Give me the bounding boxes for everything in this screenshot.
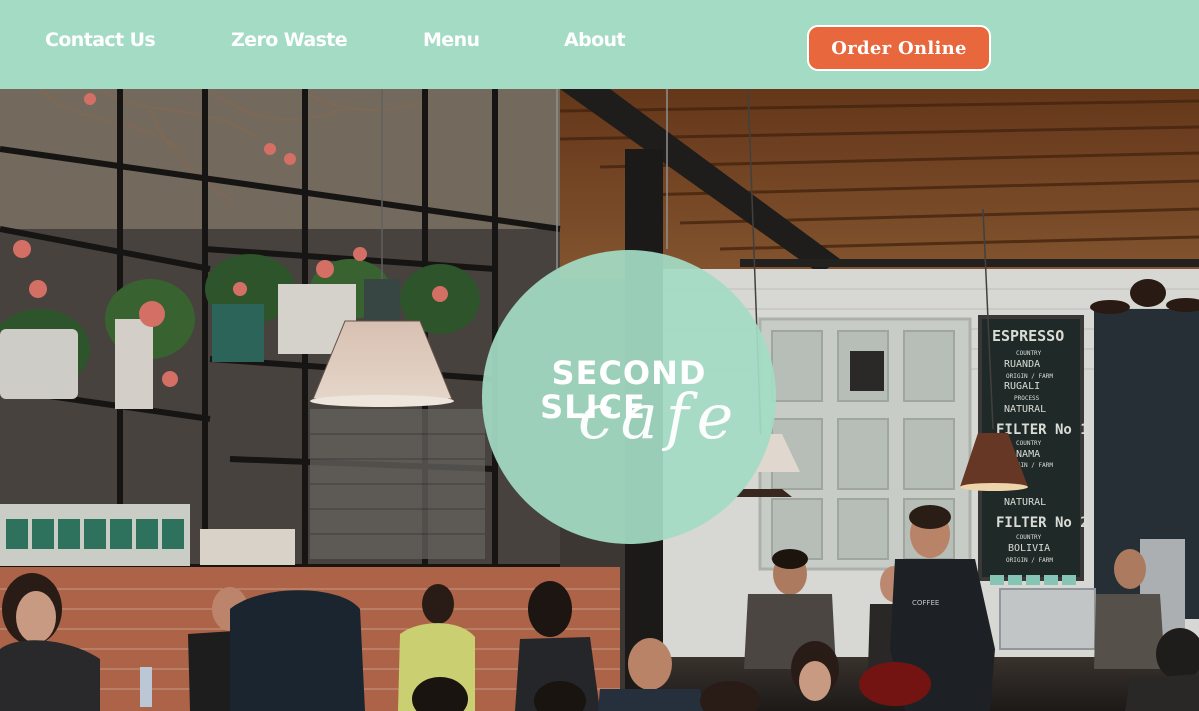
nav-link-menu[interactable]: Menu <box>423 29 480 55</box>
nav-link-about[interactable]: About <box>564 29 626 55</box>
nav-link-contact-us[interactable]: Contact Us <box>45 29 156 55</box>
top-navigation-bar: Contact Us Zero Waste Menu About Order O… <box>0 0 1199 89</box>
logo-word-cafe-script: cafe <box>578 380 742 453</box>
cafe-logo-badge: SECOND SLICE cafe <box>482 250 776 544</box>
order-online-button[interactable]: Order Online <box>807 25 991 71</box>
nav-link-zero-waste[interactable]: Zero Waste <box>231 29 348 55</box>
